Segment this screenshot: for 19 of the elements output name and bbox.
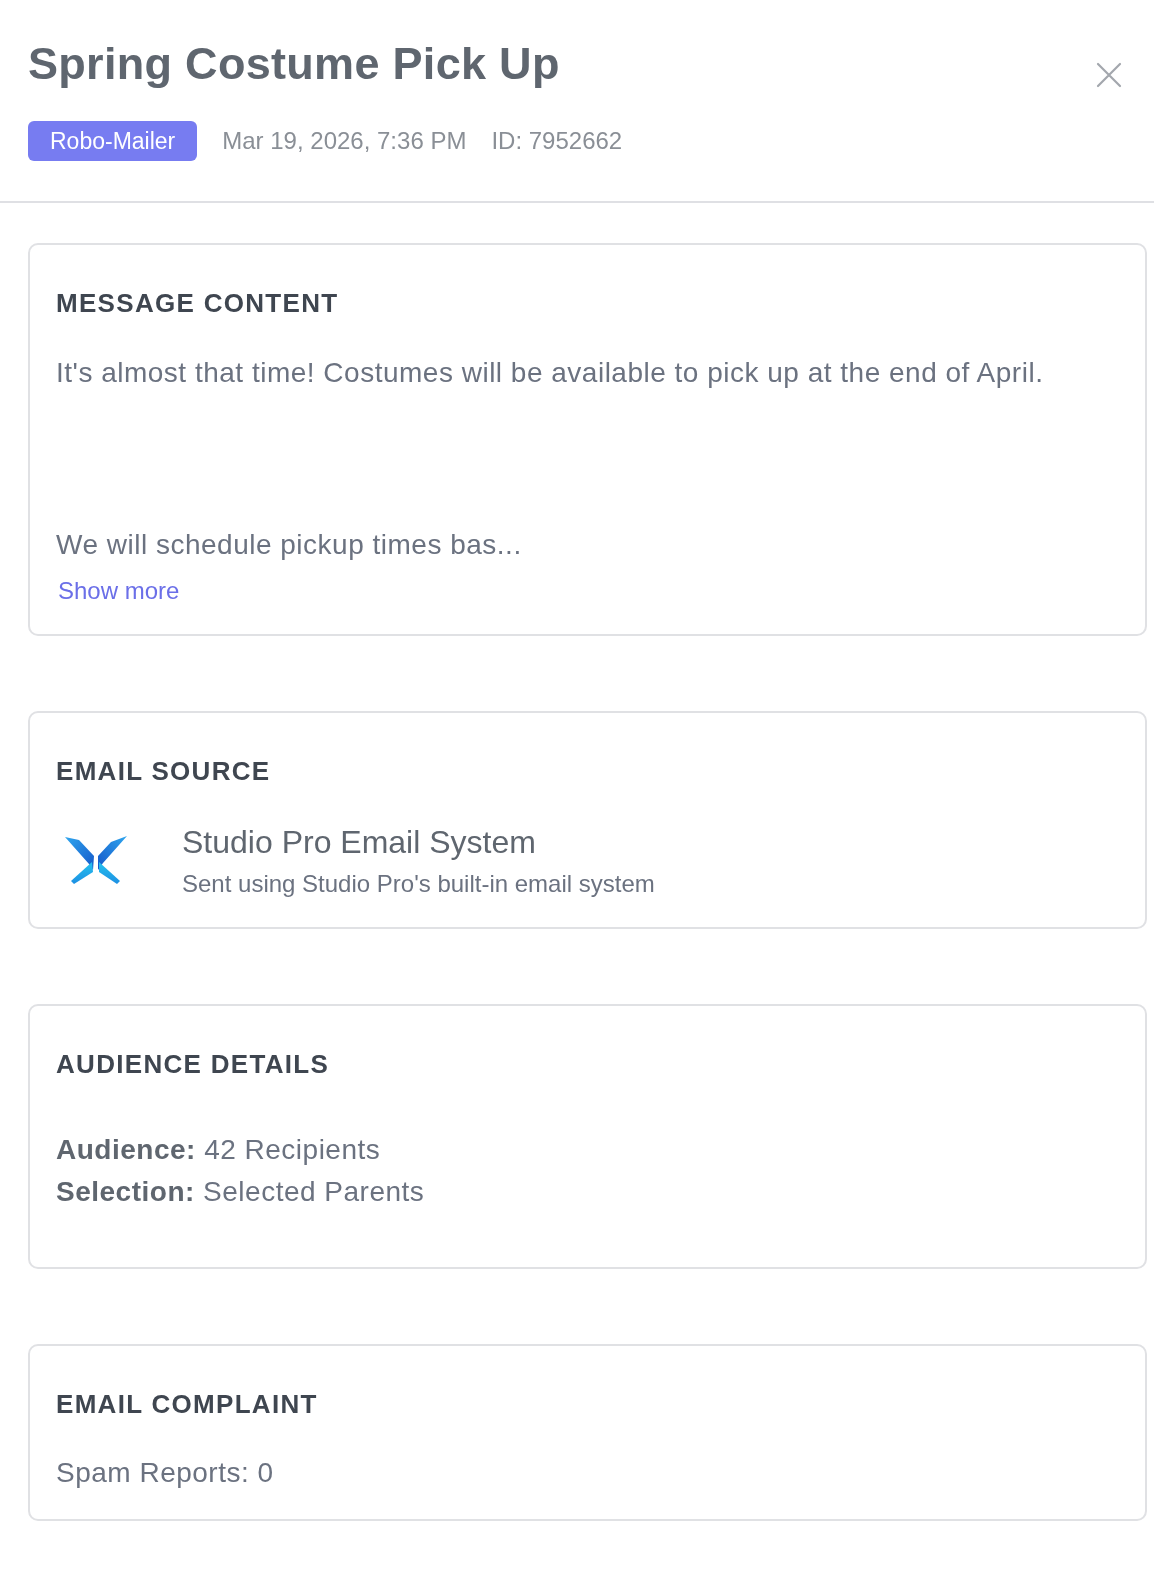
spam-report-count: Spam Reports: 0 xyxy=(56,1456,275,1490)
source-name: Studio Pro Email System xyxy=(182,823,537,862)
section-heading: EMAIL COMPLAINT xyxy=(56,1388,319,1421)
butterfly-logo-icon xyxy=(65,836,127,884)
dialog-title: Spring Costume Pick Up xyxy=(28,37,560,91)
detail-line: Selection: Selected Parents xyxy=(56,1175,426,1209)
show-more-link[interactable]: Show more xyxy=(58,576,180,606)
section-heading: MESSAGE CONTENT xyxy=(56,287,340,320)
source-description: Sent using Studio Pro's built-in email system xyxy=(182,869,655,899)
section-heading: EMAIL SOURCE xyxy=(56,755,272,788)
message-id: ID: 7952662 xyxy=(491,127,623,155)
close-icon xyxy=(1096,62,1122,88)
sent-timestamp: Mar 19, 2026, 7:36 PM xyxy=(222,127,467,155)
section-heading: AUDIENCE DETAILS xyxy=(56,1048,331,1081)
detail-line: Audience: 42 Recipients xyxy=(56,1133,382,1167)
message-text: We will schedule pickup times bas... xyxy=(56,528,523,562)
close-button[interactable] xyxy=(1096,62,1122,88)
message-text: It's almost that time! Costumes will be available to pick up at the end of April. xyxy=(56,356,1045,390)
sender-badge: Robo-Mailer xyxy=(28,121,198,161)
